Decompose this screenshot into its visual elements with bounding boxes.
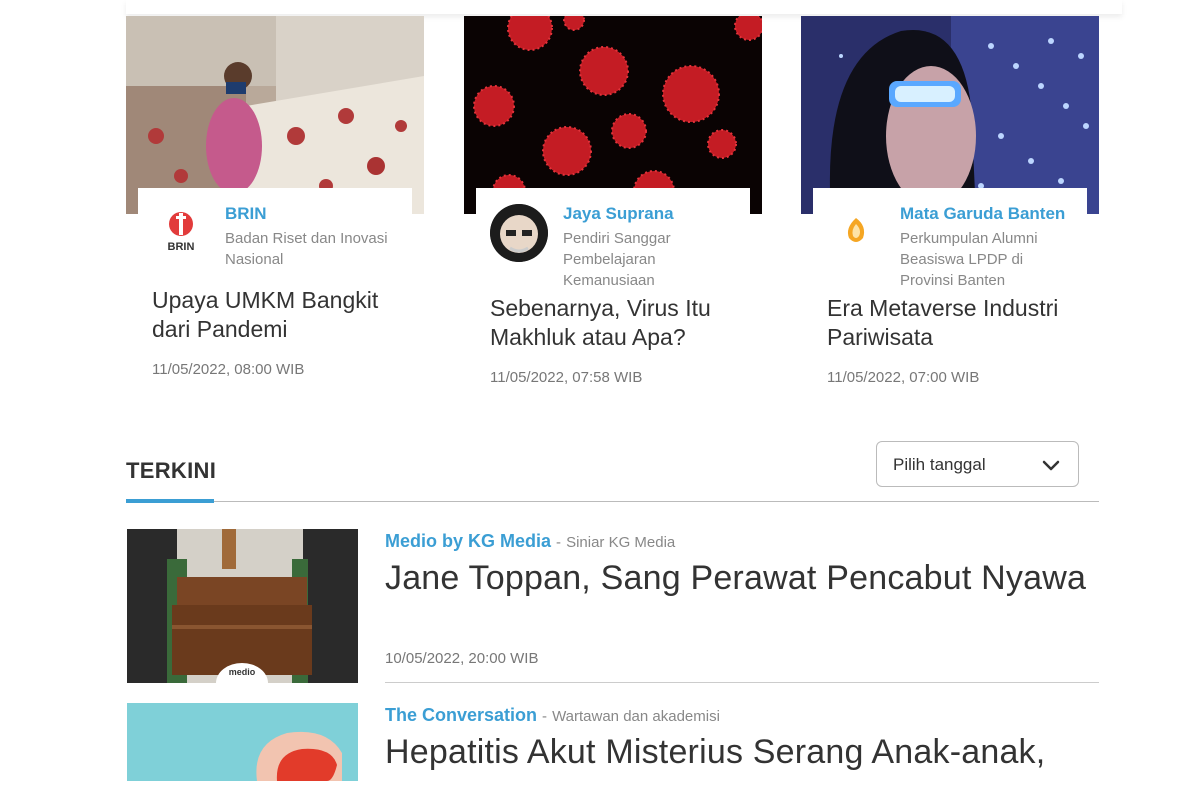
card-image-batik[interactable] <box>126 16 424 214</box>
brin-logo-text: BRIN <box>168 241 195 253</box>
article-title[interactable]: Era Metaverse Industri Pariwisata <box>827 294 1087 352</box>
mata-garuda-logo[interactable] <box>827 204 885 262</box>
section-header-terkini: TERKINI Pilih tanggal <box>126 440 1099 503</box>
article-date: 11/05/2022, 08:00 WIB <box>152 361 305 378</box>
source-name[interactable]: The Conversation <box>385 705 537 725</box>
date-picker-label: Pilih tanggal <box>893 455 986 474</box>
article-title[interactable]: Upaya UMKM Bangkit dari Pandemi <box>152 286 412 344</box>
author-box: Jaya Suprana Pendiri Sanggar Pembelajara… <box>476 188 750 289</box>
article-thumbnail[interactable]: medio <box>127 529 358 683</box>
card-image-virus[interactable] <box>464 16 762 214</box>
card-image-metaverse[interactable] <box>801 16 1099 214</box>
author-name[interactable]: BRIN <box>225 204 267 224</box>
author-name[interactable]: Jaya Suprana <box>563 204 674 224</box>
source-description: Wartawan dan akademisi <box>552 708 720 725</box>
author-box: Mata Garuda Banten Perkumpulan Alumni Be… <box>813 188 1087 289</box>
author-name[interactable]: Mata Garuda Banten <box>900 204 1065 224</box>
author-box: BRIN BRIN Badan Riset dan Inovasi Nasion… <box>138 188 412 278</box>
section-title: TERKINI <box>126 458 217 483</box>
latest-article-row[interactable]: The Conversation - Wartawan dan akademis… <box>127 703 1099 800</box>
featured-card[interactable]: Mata Garuda Banten Perkumpulan Alumni Be… <box>801 16 1099 396</box>
source-name[interactable]: Medio by KG Media <box>385 531 551 551</box>
article-title[interactable]: Sebenarnya, Virus Itu Makhluk atau Apa? <box>490 294 750 352</box>
article-thumbnail[interactable] <box>127 703 358 781</box>
featured-card[interactable]: BRIN BRIN Badan Riset dan Inovasi Nasion… <box>126 16 424 396</box>
medio-badge: medio <box>229 667 256 677</box>
row-divider <box>385 682 1099 683</box>
brin-logo[interactable]: BRIN <box>152 204 210 262</box>
author-description: Perkumpulan Alumni Beasiswa LPDP di Prov… <box>900 230 1038 289</box>
featured-card[interactable]: Jaya Suprana Pendiri Sanggar Pembelajara… <box>464 16 762 396</box>
source-description: Siniar KG Media <box>566 534 676 551</box>
article-headline[interactable]: Hepatitis Akut Misterius Serang Anak-ana… <box>385 733 1045 772</box>
article-headline[interactable]: Jane Toppan, Sang Perawat Pencabut Nyawa <box>385 559 1086 598</box>
section-underline <box>126 499 214 503</box>
chevron-down-icon <box>1042 460 1060 471</box>
article-meta: The Conversation - Wartawan dan akademis… <box>385 705 720 726</box>
author-description: Pendiri Sanggar Pembelajaran Kemanusiaan <box>563 230 671 289</box>
author-description: Badan Riset dan Inovasi Nasional <box>225 230 388 268</box>
article-date: 10/05/2022, 20:00 WIB <box>385 650 539 667</box>
meta-separator: - <box>542 708 548 725</box>
article-date: 11/05/2022, 07:00 WIB <box>827 369 980 386</box>
latest-article-row[interactable]: medio Medio by KG Media - Siniar KG Medi… <box>127 529 1099 683</box>
article-date: 11/05/2022, 07:58 WIB <box>490 369 643 386</box>
author-avatar[interactable] <box>490 204 548 262</box>
article-meta: Medio by KG Media - Siniar KG Media <box>385 531 675 552</box>
date-picker-select[interactable]: Pilih tanggal <box>876 441 1079 487</box>
top-bar-shadow <box>126 0 1122 14</box>
meta-separator: - <box>556 534 562 551</box>
